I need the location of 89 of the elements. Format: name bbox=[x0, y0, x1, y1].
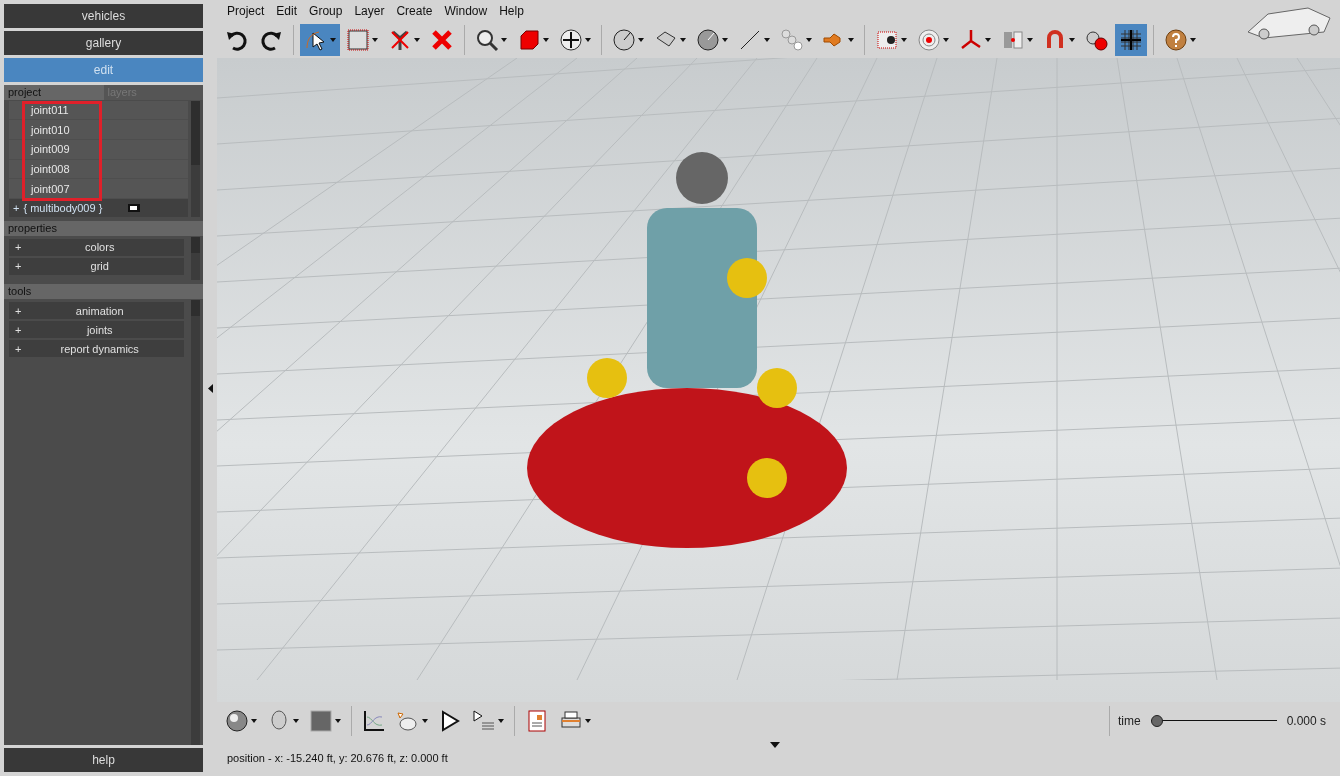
menu-item[interactable]: Edit bbox=[270, 4, 304, 18]
caret-icon bbox=[543, 38, 549, 42]
caret-icon bbox=[585, 719, 591, 723]
help-button[interactable]: help bbox=[4, 748, 203, 772]
caret-icon bbox=[943, 38, 949, 42]
section-item[interactable]: + joints bbox=[9, 321, 184, 339]
caret-icon bbox=[638, 38, 644, 42]
menu-item[interactable]: Group bbox=[303, 4, 349, 18]
caret-icon bbox=[501, 38, 507, 42]
delete-icon bbox=[430, 28, 454, 52]
tree-item[interactable]: joint011 bbox=[9, 100, 188, 121]
section-label: report dynamics bbox=[59, 342, 140, 355]
chain-icon bbox=[780, 28, 804, 52]
move-icon bbox=[559, 28, 583, 52]
collapse-arrow-icon[interactable] bbox=[207, 383, 213, 393]
caret-icon bbox=[1190, 38, 1196, 42]
disc-icon bbox=[696, 28, 720, 52]
status-text: position - x: -15.240 ft, y: 20.676 ft, z: 0.000 ft bbox=[227, 752, 448, 764]
section-item[interactable]: + colors bbox=[9, 238, 184, 256]
zoom-icon bbox=[475, 28, 499, 52]
menu-item[interactable]: Window bbox=[438, 4, 494, 18]
menu-item[interactable]: Help bbox=[493, 4, 530, 18]
selection-box-icon bbox=[346, 28, 370, 52]
grid-icon bbox=[1119, 28, 1143, 52]
flag-icon bbox=[128, 203, 141, 212]
time-label: time bbox=[1117, 714, 1141, 728]
caret-icon bbox=[806, 38, 812, 42]
cross-joint-icon bbox=[388, 28, 412, 52]
menu-item[interactable]: Layer bbox=[348, 4, 391, 18]
axes-icon bbox=[959, 28, 983, 52]
caret-icon bbox=[848, 38, 854, 42]
section-label: animation bbox=[74, 304, 125, 317]
caret-icon bbox=[722, 38, 728, 42]
section-label: colors bbox=[84, 241, 116, 254]
tree-item[interactable]: joint008 bbox=[9, 159, 188, 180]
expand-sign: + bbox=[15, 323, 22, 336]
caret-icon bbox=[680, 38, 686, 42]
report-icon bbox=[525, 709, 549, 733]
plot-icon bbox=[362, 709, 386, 733]
scrollbar[interactable] bbox=[191, 300, 200, 745]
caret-icon bbox=[414, 38, 420, 42]
scrollbar[interactable] bbox=[191, 100, 200, 217]
section-item[interactable]: + report dynamics bbox=[9, 340, 184, 358]
caret-icon bbox=[372, 38, 378, 42]
caret-icon bbox=[251, 719, 257, 723]
section-header: tools bbox=[4, 284, 203, 300]
caret-icon bbox=[585, 38, 591, 42]
expand-sign: + bbox=[15, 260, 22, 273]
caret-icon bbox=[1027, 38, 1033, 42]
tree-item[interactable]: joint009 bbox=[9, 140, 188, 160]
caret-icon bbox=[985, 38, 991, 42]
caret-icon bbox=[764, 38, 770, 42]
help-icon bbox=[1164, 28, 1188, 52]
caret-icon bbox=[335, 719, 341, 723]
line-icon bbox=[738, 28, 762, 52]
group-label: { multibody009 } bbox=[23, 201, 103, 214]
section-item[interactable]: + animation bbox=[9, 302, 184, 320]
caret-icon bbox=[901, 38, 907, 42]
menu-item[interactable]: Create bbox=[390, 4, 439, 18]
caret-icon bbox=[422, 719, 428, 723]
align-icon bbox=[1001, 28, 1025, 52]
caret-icon bbox=[1069, 38, 1075, 42]
nav-button[interactable]: gallery bbox=[4, 31, 203, 55]
cube-icon bbox=[517, 28, 541, 52]
sphere-icon bbox=[612, 28, 636, 52]
caret-icon bbox=[293, 719, 299, 723]
scrollbar[interactable] bbox=[191, 236, 200, 281]
expand-sign: + bbox=[13, 201, 20, 214]
target-icon bbox=[917, 28, 941, 52]
time-reading: 0.000 s bbox=[1286, 714, 1326, 728]
slider-thumb[interactable] bbox=[1150, 715, 1163, 727]
caret-icon bbox=[330, 38, 336, 42]
expand-sign: + bbox=[15, 304, 22, 317]
nav-button[interactable]: vehicles bbox=[4, 4, 203, 28]
dropdown-arrow-icon[interactable] bbox=[770, 742, 780, 748]
section-header: properties bbox=[4, 220, 203, 236]
caret-icon bbox=[498, 719, 504, 723]
menu-item[interactable]: Project bbox=[221, 4, 271, 18]
tree-item[interactable]: joint010 bbox=[9, 120, 188, 141]
shaded-sphere-icon bbox=[225, 709, 249, 733]
expand-sign: + bbox=[15, 342, 22, 355]
toolbar-button[interactable] bbox=[300, 24, 340, 56]
playlist-icon bbox=[472, 709, 496, 733]
section-item[interactable]: + grid bbox=[9, 257, 184, 275]
square-icon bbox=[309, 709, 333, 733]
tree-group[interactable]: + { multibody009 } bbox=[9, 199, 188, 217]
expand-sign: + bbox=[15, 241, 22, 254]
section-label: joints bbox=[85, 323, 114, 336]
section-label: grid bbox=[89, 260, 110, 273]
